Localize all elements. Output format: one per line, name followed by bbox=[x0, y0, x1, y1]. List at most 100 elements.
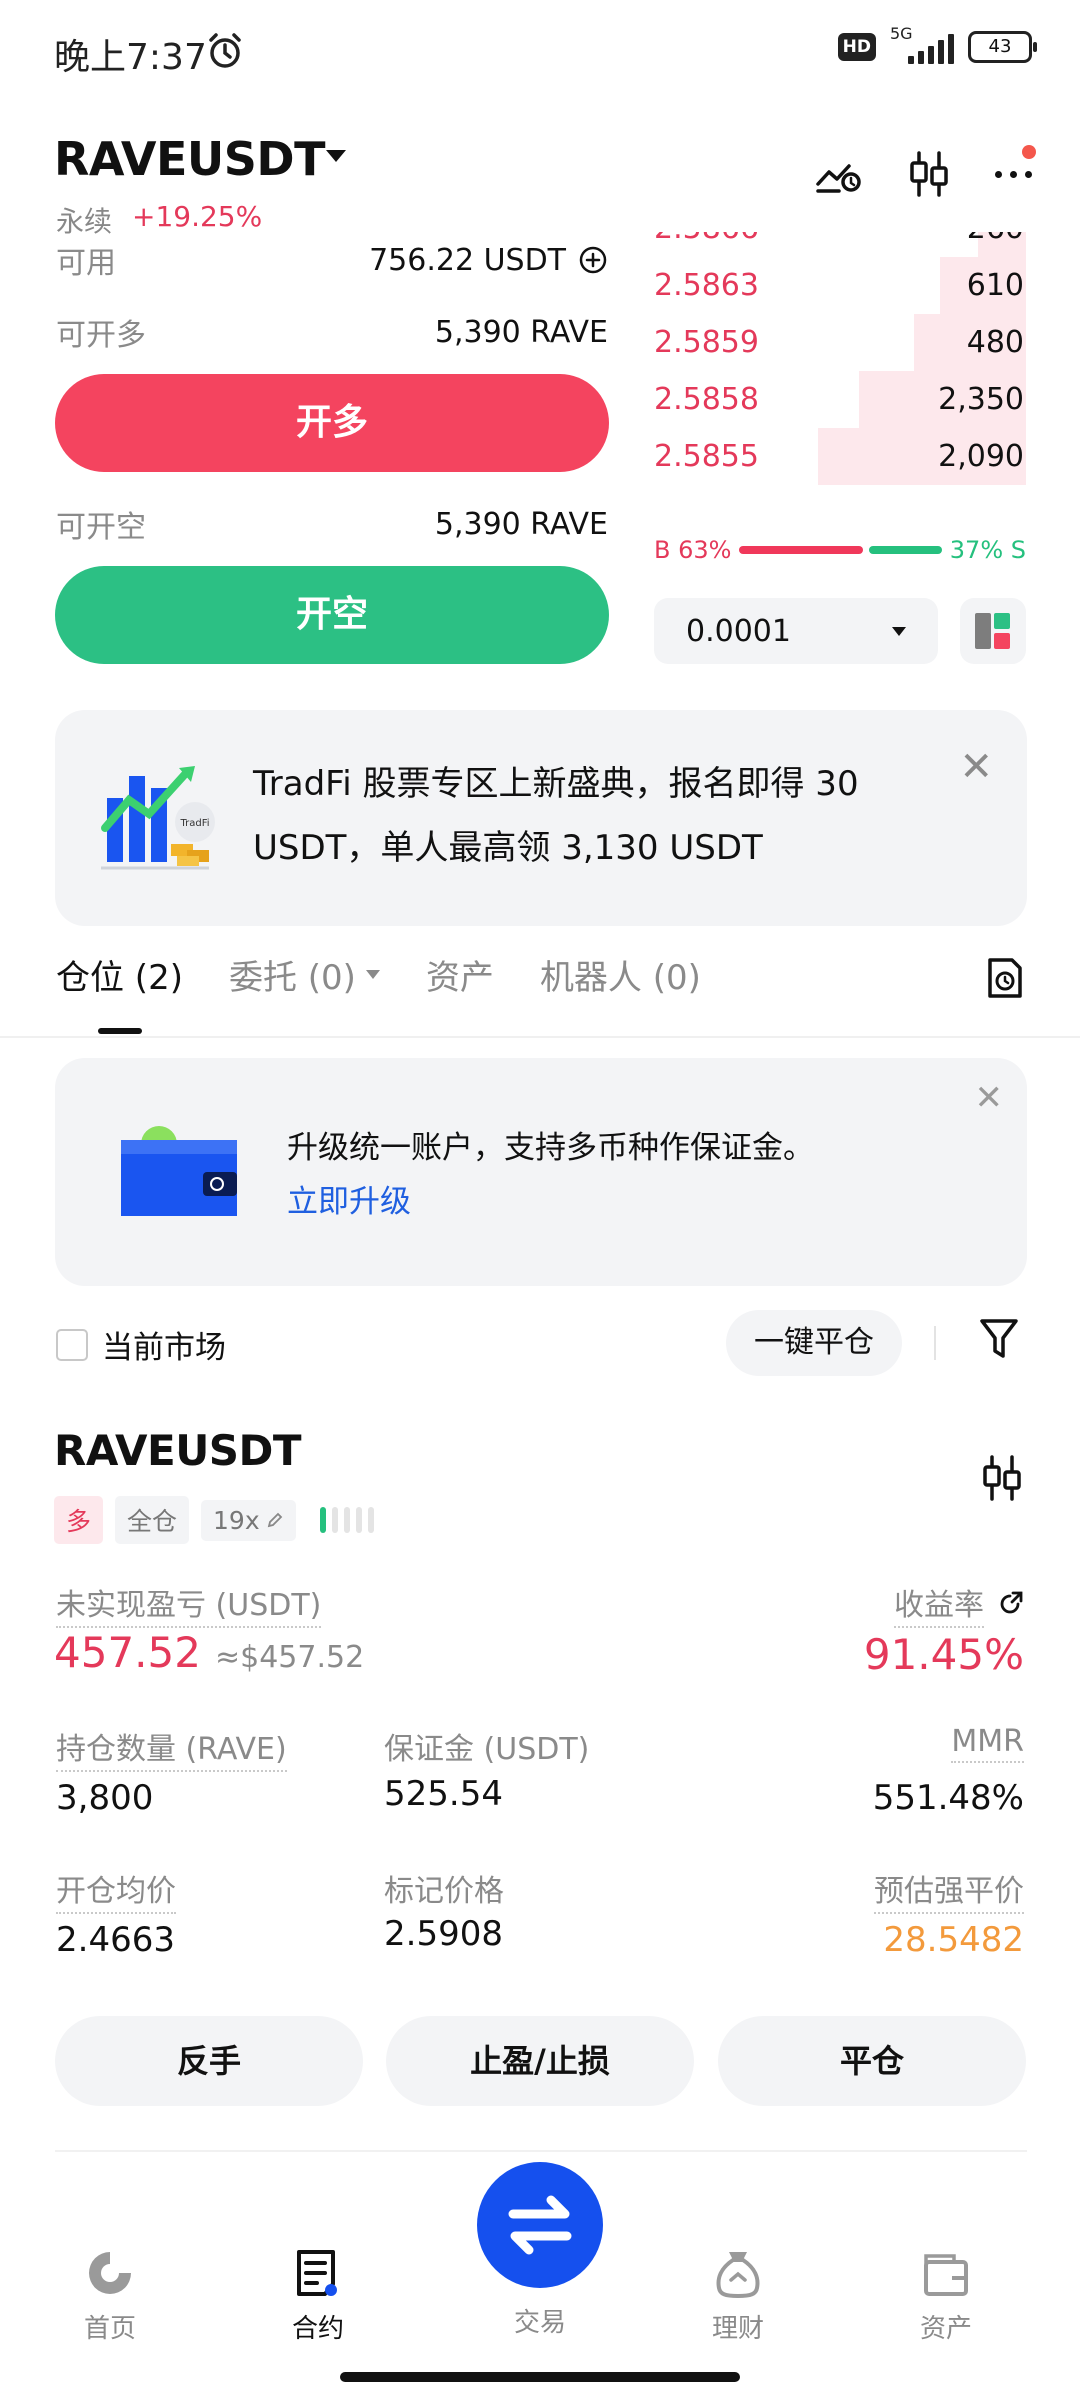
signal-icon: 5G bbox=[890, 24, 954, 64]
entry-price-value: 2.4663 bbox=[56, 1920, 175, 1960]
close-icon[interactable]: ✕ bbox=[975, 1078, 1004, 1118]
orderbook-asks: 2.58662602.58636102.58594802.58582,3502.… bbox=[654, 232, 1026, 504]
ask-quantity: 260 bbox=[967, 232, 1026, 246]
open-long-button[interactable]: 开多 bbox=[55, 374, 609, 472]
active-tab-indicator bbox=[98, 1028, 142, 1034]
can-long-value: 5,390 RAVE bbox=[434, 314, 608, 350]
more-menu-icon[interactable] bbox=[995, 144, 1036, 178]
alarm-icon bbox=[209, 33, 241, 68]
upgrade-title: 升级统一账户，支持多币种作保证金。 bbox=[287, 1130, 814, 1166]
pair-dropdown-icon[interactable] bbox=[326, 150, 346, 162]
earn-icon bbox=[716, 2252, 760, 2298]
orderbook-row[interactable]: 2.5858 2,350 bbox=[654, 371, 1026, 428]
nav-futures[interactable]: 合约 bbox=[258, 2242, 378, 2345]
orderbook-layout-icon[interactable] bbox=[960, 598, 1026, 664]
roe-label: 收益率 bbox=[894, 1580, 984, 1628]
tp-sl-button[interactable]: 止盈/止损 bbox=[386, 2016, 694, 2106]
mmr-value: 551.48% bbox=[872, 1778, 1024, 1818]
nav-home[interactable]: 首页 bbox=[50, 2242, 170, 2345]
can-short-label: 可开空 bbox=[56, 510, 146, 545]
edit-icon bbox=[267, 1512, 282, 1528]
add-funds-icon[interactable] bbox=[578, 245, 608, 275]
available-label: 可用 bbox=[56, 246, 116, 281]
precision-select[interactable]: 0.0001 bbox=[654, 598, 938, 664]
position-tags: 多 全仓 19x bbox=[54, 1496, 374, 1544]
can-short-value: 5,390 RAVE bbox=[434, 506, 608, 542]
close-position-button[interactable]: 平仓 bbox=[718, 2016, 1026, 2106]
nav-trade-button[interactable] bbox=[477, 2162, 603, 2288]
chevron-down-icon bbox=[892, 626, 906, 636]
ask-price: 2.5859 bbox=[654, 325, 759, 360]
roe-value: 91.45% bbox=[863, 1630, 1024, 1679]
can-long-row: 可开多 5,390 RAVE bbox=[56, 310, 608, 354]
orderbook-row[interactable]: 2.5855 2,090 bbox=[654, 428, 1026, 485]
promo-banner[interactable]: TradFi TradFi 股票专区上新盛典，报名即得 30 USDT，单人最高… bbox=[55, 710, 1027, 926]
price-change: +19.25% bbox=[132, 200, 263, 233]
ask-quantity: 2,350 bbox=[938, 382, 1024, 417]
close-all-button[interactable]: 一键平仓 bbox=[726, 1310, 902, 1376]
nav-assets[interactable]: 资产 bbox=[886, 2242, 1006, 2345]
share-icon[interactable] bbox=[996, 1590, 1024, 1618]
upgrade-link[interactable]: 立即升级 bbox=[287, 1176, 411, 1221]
history-icon[interactable] bbox=[986, 956, 1024, 1000]
available-row: 可用 756.22 USDT bbox=[56, 238, 608, 282]
orderbook-row[interactable]: 2.5859 480 bbox=[654, 314, 1026, 371]
upgrade-account-card[interactable]: 升级统一账户，支持多币种作保证金。 立即升级 ✕ bbox=[55, 1058, 1027, 1286]
upnl-usd: ≈$457.52 bbox=[214, 1640, 365, 1675]
orderbook-row[interactable]: 2.5863 610 bbox=[654, 257, 1026, 314]
price-alert-icon[interactable] bbox=[815, 154, 863, 194]
status-time: 晚上7:37 bbox=[54, 37, 207, 78]
liq-price-value: 28.5482 bbox=[883, 1920, 1024, 1960]
divider bbox=[934, 1326, 936, 1360]
position-tabs: 仓位 (2) 委托 (0) 资产 机器人 (0) bbox=[56, 950, 701, 999]
notification-dot bbox=[1022, 144, 1036, 159]
buy-ratio: B 63% bbox=[654, 536, 732, 564]
mmr-label: MMR bbox=[951, 1724, 1024, 1763]
wallet-icon bbox=[121, 1126, 237, 1216]
tab-bots[interactable]: 机器人 (0) bbox=[540, 950, 701, 999]
promo-chart-illustration: TradFi bbox=[101, 766, 215, 870]
home-icon bbox=[89, 2252, 131, 2294]
buy-sell-ratio: B 63% 37% S bbox=[654, 536, 1026, 564]
margin-value: 525.54 bbox=[384, 1774, 503, 1814]
current-market-checkbox[interactable] bbox=[56, 1328, 88, 1361]
filter-icon[interactable] bbox=[978, 1316, 1020, 1362]
ask-price: 2.5866 bbox=[654, 232, 759, 246]
tab-positions[interactable]: 仓位 (2) bbox=[56, 950, 183, 999]
upnl-value: 457.52 ≈$457.52 bbox=[54, 1628, 364, 1677]
contract-type: 永续 bbox=[56, 205, 113, 238]
candlestick-icon[interactable] bbox=[907, 150, 951, 198]
size-value: 3,800 bbox=[56, 1778, 154, 1818]
divider bbox=[0, 1036, 1080, 1038]
roe-label-row: 收益率 bbox=[894, 1580, 1024, 1628]
hd-badge: HD bbox=[837, 33, 876, 61]
reverse-button[interactable]: 反手 bbox=[55, 2016, 363, 2106]
status-right: HD 5G 43 bbox=[837, 24, 1037, 64]
tab-assets[interactable]: 资产 bbox=[426, 950, 494, 999]
ask-price: 2.5858 bbox=[654, 382, 759, 417]
ask-quantity: 610 bbox=[966, 268, 1024, 303]
risk-level-bars bbox=[319, 1507, 374, 1533]
nav-earn[interactable]: 理财 bbox=[678, 2242, 798, 2345]
pair-title[interactable]: RAVEUSDT bbox=[54, 132, 325, 186]
leverage-tag[interactable]: 19x bbox=[201, 1499, 296, 1541]
open-short-button[interactable]: 开空 bbox=[55, 566, 609, 664]
ask-price: 2.5855 bbox=[654, 439, 759, 474]
liq-price-label: 预估强平价 bbox=[874, 1866, 1024, 1914]
divider bbox=[55, 2150, 1027, 2152]
swap-icon bbox=[508, 2195, 572, 2255]
orderbook-row[interactable]: 2.5866 260 bbox=[654, 232, 1026, 257]
side-tag: 多 bbox=[54, 1496, 104, 1544]
candlestick-icon[interactable] bbox=[980, 1454, 1024, 1502]
upnl-amount: 457.52 bbox=[54, 1628, 201, 1677]
tab-orders[interactable]: 委托 (0) bbox=[229, 950, 380, 999]
sell-ratio: 37% S bbox=[949, 536, 1026, 564]
precision-value: 0.0001 bbox=[686, 613, 791, 649]
margin-label: 保证金 (USDT) bbox=[384, 1732, 590, 1767]
current-market-filter[interactable]: 当前市场 bbox=[56, 1322, 226, 1367]
close-icon[interactable]: ✕ bbox=[959, 744, 993, 790]
battery-icon: 43 bbox=[968, 31, 1037, 63]
size-label: 持仓数量 (RAVE) bbox=[56, 1724, 287, 1772]
position-symbol[interactable]: RAVEUSDT bbox=[54, 1426, 302, 1475]
ask-quantity: 480 bbox=[966, 325, 1024, 360]
